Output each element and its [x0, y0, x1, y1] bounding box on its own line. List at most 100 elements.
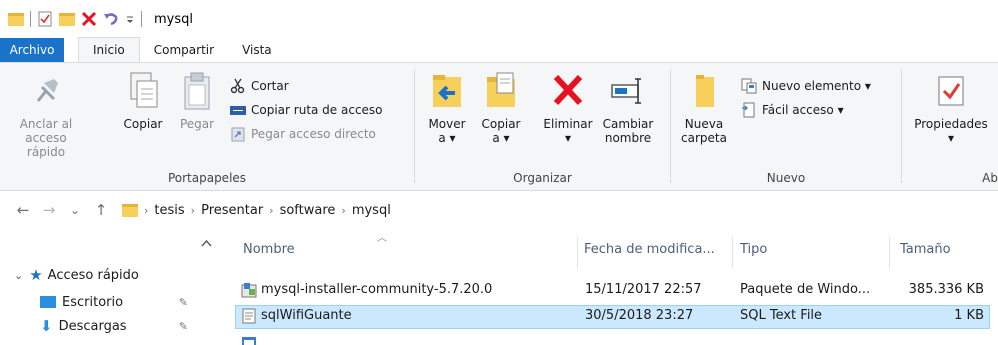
tab-compartir[interactable]: Compartir [140, 38, 228, 62]
breadcrumb-presentar[interactable]: Presentar [195, 203, 269, 218]
pin-quick-access-button[interactable]: Anclar al acceso rápido [6, 71, 86, 159]
file-type: SQL Text File [740, 308, 823, 323]
file-name: mysql-installer-community-5.7.20.0 [261, 282, 493, 297]
scissors-icon [230, 78, 246, 94]
new-group: Nueva carpeta Nuevo elemento ▾ Fácil acc… [671, 63, 901, 191]
move-to-icon [429, 71, 465, 111]
file-date: 30/5/2018 23:27 [585, 308, 694, 323]
rename-icon [610, 71, 646, 111]
nav-item-descargas[interactable]: ⬇ Descargas ✎ [40, 314, 190, 338]
pin-label-line1: Anclar al [19, 117, 73, 131]
file-row-partial[interactable] [235, 333, 990, 345]
column-separator[interactable] [889, 237, 890, 269]
delete-button[interactable]: Eliminar ▾ [539, 71, 597, 145]
copy-path-icon [230, 102, 246, 118]
tab-archivo[interactable]: Archivo [0, 38, 64, 62]
recent-locations-button[interactable]: ⌄ [62, 203, 88, 217]
nav-quick-access[interactable]: ⌄ ★ Acceso rápido [14, 263, 139, 287]
copy-path-label: Copiar ruta de acceso [251, 103, 383, 117]
column-separator[interactable] [732, 237, 733, 269]
breadcrumb-software[interactable]: software [274, 203, 342, 218]
column-header-name[interactable]: Nombre [243, 229, 573, 269]
organize-group-label: Organizar [513, 171, 572, 185]
undo-icon[interactable] [103, 11, 119, 27]
tab-inicio[interactable]: Inicio [78, 37, 140, 62]
open-group: Propiedades ▾ Ab [902, 63, 998, 191]
properties-icon[interactable] [37, 11, 53, 27]
easy-access-label: Fácil acceso ▾ [762, 103, 844, 117]
download-icon: ⬇ [40, 317, 53, 335]
chevron-down-icon[interactable]: ⌄ [14, 269, 23, 282]
paste-shortcut-button[interactable]: Pegar acceso directo [230, 123, 376, 145]
cut-label: Cortar [251, 79, 289, 93]
delete-icon [550, 71, 586, 111]
nav-item-escritorio[interactable]: Escritorio ✎ [40, 290, 190, 314]
rename-label-line1: Cambiar [602, 117, 654, 131]
rename-label-line2: nombre [604, 131, 652, 145]
navigation-pane: ⌄ ★ Acceso rápido Escritorio ✎ ⬇ Descarg… [0, 229, 225, 345]
breadcrumb-tesis[interactable]: tesis [148, 203, 190, 218]
new-item-button[interactable]: Nuevo elemento ▾ [741, 75, 871, 97]
new-item-icon [741, 78, 757, 94]
easy-access-icon [741, 102, 757, 118]
breadcrumb: › tesis › Presentar › software › mysql [122, 203, 397, 218]
breadcrumb-mysql[interactable]: mysql [346, 203, 397, 218]
clipboard-group-label: Portapapeles [167, 171, 247, 185]
new-folder-label-line2: carpeta [681, 131, 727, 145]
file-list: ︿ Nombre Fecha de modifica... Tipo Tamañ… [225, 229, 998, 345]
pin-icon[interactable]: ✎ [179, 320, 188, 333]
paste-label: Pegar [179, 117, 215, 131]
move-to-label-line1: Mover [428, 117, 466, 131]
delete-label-line2: ▾ [564, 131, 572, 145]
copy-icon [125, 71, 161, 111]
column-separator[interactable] [577, 237, 578, 269]
toolbar-separator [141, 11, 142, 27]
copy-label: Copiar [123, 117, 163, 131]
organize-group: Mover a ▾ Copiar a ▾ Eliminar ▾ Cambiar … [415, 63, 670, 191]
copy-to-label-line2: a ▾ [492, 131, 510, 145]
copy-to-icon [483, 71, 519, 111]
folder-icon [122, 203, 138, 217]
copy-path-button[interactable]: Copiar ruta de acceso [230, 99, 383, 121]
rename-button[interactable]: Cambiar nombre [601, 71, 655, 145]
file-row[interactable]: mysql-installer-community-5.7.20.0 15/11… [235, 279, 990, 303]
new-folder-icon[interactable] [59, 12, 75, 26]
customize-dropdown-icon[interactable] [125, 11, 135, 27]
ribbon-tabs: Archivo Inicio Compartir Vista [0, 37, 998, 62]
pin-label-line2: acceso rápido [25, 131, 67, 159]
window-title: mysql [154, 11, 193, 27]
cut-button[interactable]: Cortar [230, 75, 289, 97]
tab-vista[interactable]: Vista [228, 38, 286, 62]
up-button[interactable]: ↑ [88, 201, 114, 219]
scroll-up-icon[interactable] [198, 237, 215, 251]
nav-scrollbar[interactable] [198, 229, 215, 345]
new-folder-icon [686, 71, 722, 111]
column-header-date[interactable]: Fecha de modifica... [584, 229, 729, 269]
column-header-size[interactable]: Tamaño [900, 229, 990, 269]
toolbar-separator [30, 11, 31, 27]
file-size: 1 KB [954, 308, 984, 323]
nav-item-label: Escritorio [62, 294, 124, 310]
delete-icon[interactable] [81, 11, 97, 27]
column-header-type[interactable]: Tipo [740, 229, 885, 269]
paste-icon [179, 71, 215, 111]
desktop-icon [40, 296, 56, 308]
move-to-button[interactable]: Mover a ▾ [423, 71, 471, 145]
copy-to-button[interactable]: Copiar a ▾ [477, 71, 525, 145]
new-folder-button[interactable]: Nueva carpeta [677, 71, 731, 145]
move-to-label-line2: a ▾ [438, 131, 456, 145]
file-row[interactable]: sqlWifiGuante 30/5/2018 23:27 SQL Text F… [235, 305, 990, 329]
pin-icon[interactable]: ✎ [179, 296, 188, 309]
paste-button[interactable]: Pegar [174, 71, 220, 131]
easy-access-button[interactable]: Fácil acceso ▾ [741, 99, 844, 121]
file-name: sqlWifiGuante [261, 308, 352, 323]
paste-shortcut-label: Pegar acceso directo [251, 127, 376, 141]
properties-icon [933, 71, 969, 111]
file-size: 385.336 KB [908, 282, 984, 297]
back-button[interactable]: ← [10, 201, 36, 219]
forward-button[interactable]: → [36, 201, 62, 219]
copy-button[interactable]: Copiar [118, 71, 168, 131]
properties-button[interactable]: Propiedades ▾ [906, 71, 996, 145]
copy-to-label-line1: Copiar [481, 117, 521, 131]
file-type: Paquete de Windo... [740, 282, 871, 297]
